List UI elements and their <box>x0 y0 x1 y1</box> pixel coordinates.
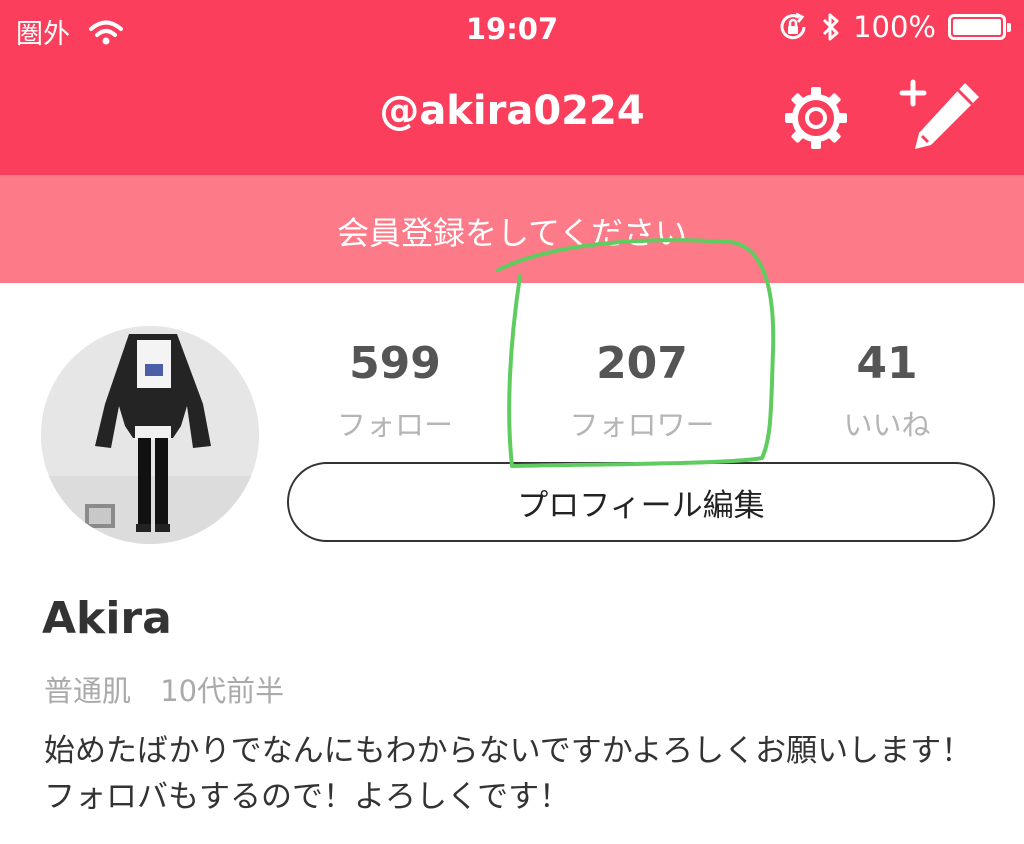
status-bar-left: 圏外 <box>16 12 124 51</box>
followers-count: 207 <box>596 338 688 389</box>
bluetooth-icon <box>823 13 839 41</box>
battery-percent: 100% <box>853 10 936 44</box>
following-count: 599 <box>349 338 441 389</box>
edit-profile-button[interactable]: プロフィール編集 <box>287 462 995 542</box>
skin-type: 普通肌 <box>44 674 132 708</box>
battery-fill <box>953 19 1001 35</box>
age-group: 10代前半 <box>160 674 285 708</box>
display-name: Akira <box>42 593 172 644</box>
stat-likes[interactable]: 41 いいね <box>777 340 997 444</box>
avatar-photo <box>41 326 259 544</box>
gear-icon[interactable] <box>783 85 849 151</box>
profile-bio: 始めたばかりでなんにもわからないですかよろしくお願いします！フォロバもするので！… <box>44 733 973 815</box>
profile-attributes: 普通肌 10代前半 <box>44 668 304 710</box>
avatar[interactable] <box>41 326 259 544</box>
battery-icon <box>948 14 1011 40</box>
rotation-lock-icon <box>780 12 806 40</box>
followers-label: フォロワー <box>569 408 715 442</box>
status-bar-right: 100% <box>777 10 1011 44</box>
wifi-icon <box>89 20 123 44</box>
following-label: フォロー <box>336 408 453 442</box>
stat-following[interactable]: 599 フォロー <box>285 340 505 444</box>
likes-count: 41 <box>856 338 918 389</box>
compose-pencil-icon[interactable] <box>895 78 985 153</box>
stat-followers[interactable]: 207 フォロワー <box>532 340 752 444</box>
likes-label: いいね <box>843 408 931 442</box>
registration-banner-text[interactable]: 会員登録をしてください <box>0 208 1024 254</box>
carrier-label: 圏外 <box>16 19 70 50</box>
